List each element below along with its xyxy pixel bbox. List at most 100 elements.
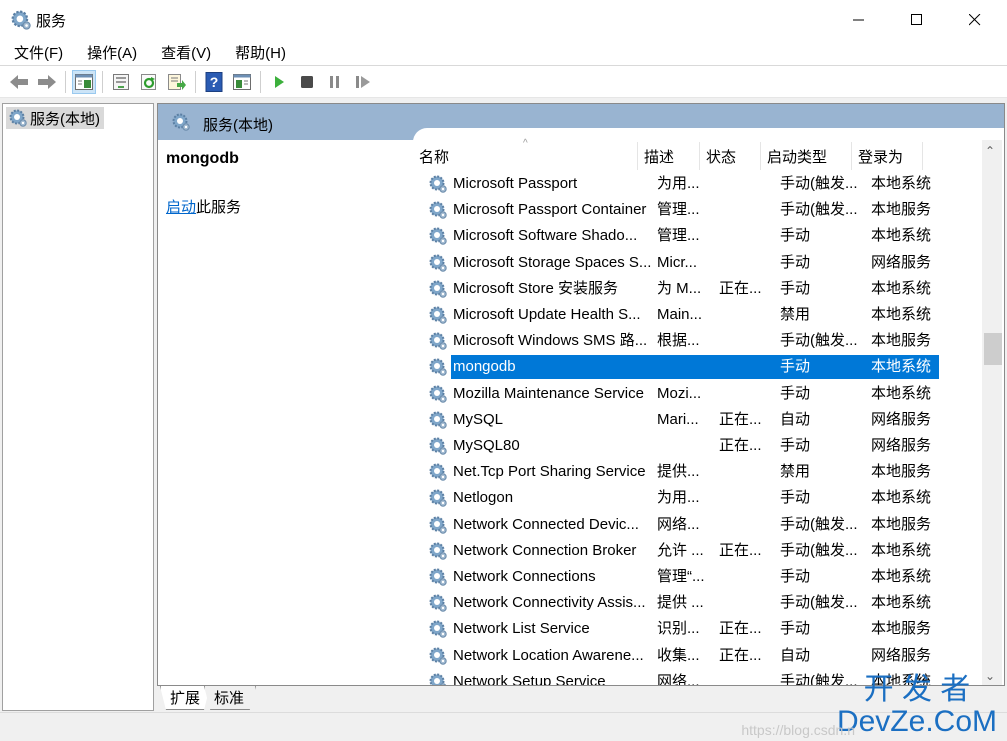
service-description: 收集... xyxy=(657,646,700,664)
scrollbar-thumb[interactable] xyxy=(984,333,1002,365)
svg-text:?: ? xyxy=(210,74,219,90)
pause-service-button[interactable] xyxy=(323,70,347,94)
tab-extended[interactable]: 扩展 xyxy=(160,686,210,710)
menu-view[interactable]: 查看(V) xyxy=(155,42,217,63)
service-name: Microsoft Update Health S... xyxy=(453,306,641,323)
service-gear-icon xyxy=(429,437,447,455)
service-name: Microsoft Store 安装服务 xyxy=(453,279,619,297)
service-description: 根据... xyxy=(657,332,700,350)
service-row[interactable]: Microsoft Update Health S... Main... 禁用 本地系… xyxy=(413,302,953,328)
service-startup-type: 手动(触发... xyxy=(780,201,858,219)
show-action-pane-button[interactable] xyxy=(230,70,254,94)
services-gear-icon xyxy=(172,113,190,131)
start-service-link[interactable]: 启动 xyxy=(166,199,196,216)
service-status: 正在... xyxy=(719,620,762,638)
back-button[interactable] xyxy=(7,70,31,94)
watermark-line2: DevZe.CoM xyxy=(836,705,997,738)
service-row[interactable]: Mozilla Maintenance Service Mozi... 手动 本地系统 xyxy=(413,381,953,407)
stop-service-icon xyxy=(301,76,313,88)
help-button[interactable]: ? xyxy=(202,70,226,94)
service-log-on-as: 本地服务 xyxy=(871,201,932,219)
stop-service-button[interactable] xyxy=(295,70,319,94)
column-header-description[interactable]: 描述 xyxy=(638,142,700,170)
service-row[interactable]: Microsoft Storage Spaces S... Micr... 手动 网络… xyxy=(413,250,953,276)
show-hide-console-tree-button[interactable] xyxy=(72,70,96,94)
service-description: 提供 ... xyxy=(657,594,704,612)
properties-button[interactable] xyxy=(109,70,133,94)
refresh-button[interactable] xyxy=(137,70,161,94)
watermark: 开 发 者 DevZe.CoM https://blog.csdn.n xyxy=(741,674,997,739)
toolbar: ? xyxy=(0,67,1007,98)
tree-item-services-local[interactable]: 服务(本地) xyxy=(6,107,104,129)
export-list-button[interactable] xyxy=(165,70,189,94)
service-gear-icon xyxy=(429,489,447,508)
service-action-suffix: 此服务 xyxy=(196,199,242,216)
service-log-on-as: 本地系统 xyxy=(871,594,932,612)
service-row[interactable]: MySQL Mari... 正在... 自动 网络服务 xyxy=(413,407,953,433)
menu-help[interactable]: 帮助(H) xyxy=(229,42,292,63)
service-name: Microsoft Passport xyxy=(453,175,578,192)
service-row[interactable]: Microsoft Store 安装服务 为 M... 正在... 手动 本地系统 xyxy=(413,276,953,302)
minimize-button[interactable] xyxy=(831,0,887,40)
menu-file[interactable]: 文件(F) xyxy=(8,42,69,63)
services-app-icon xyxy=(11,10,31,30)
service-gear-icon xyxy=(429,280,447,298)
service-name: Microsoft Windows SMS 路... xyxy=(453,332,648,350)
start-service-button[interactable] xyxy=(267,70,291,94)
service-row[interactable]: Microsoft Windows SMS 路... 根据... 手动(触发... 本… xyxy=(413,328,953,354)
service-startup-type: 禁用 xyxy=(780,306,811,323)
selected-service-name: mongodb xyxy=(166,150,239,167)
service-status xyxy=(719,302,777,328)
service-row[interactable]: mongodb 手动 本地系统 xyxy=(413,354,953,380)
scroll-up-icon[interactable]: ⌃ xyxy=(985,144,995,158)
service-name: Network List Service xyxy=(453,620,590,638)
export-list-icon xyxy=(168,74,186,90)
service-startup-type: 手动 xyxy=(780,279,811,297)
service-row[interactable]: Net.Tcp Port Sharing Service 提供... 禁用 本地服务 xyxy=(413,459,953,485)
service-status xyxy=(719,354,777,380)
service-status xyxy=(719,590,777,616)
service-startup-type: 手动 xyxy=(780,227,811,245)
tab-standard[interactable]: 标准 xyxy=(204,686,256,710)
close-button[interactable] xyxy=(947,0,1003,40)
vertical-scrollbar[interactable]: ⌃ ⌄ xyxy=(982,140,1002,685)
column-header-status[interactable]: 状态 xyxy=(700,142,761,170)
service-row[interactable]: Network Location Awarene... 收集... 正在... 自动 网… xyxy=(413,643,953,669)
service-description: 管理... xyxy=(657,227,700,245)
service-name: Mozilla Maintenance Service xyxy=(453,384,644,402)
service-action: 启动此服务 xyxy=(166,196,241,217)
service-status xyxy=(719,381,777,407)
forward-button[interactable] xyxy=(35,70,59,94)
service-startup-type: 手动 xyxy=(780,568,811,585)
column-header-name[interactable]: 名称 ^ xyxy=(413,138,638,170)
service-status xyxy=(719,197,777,223)
service-row[interactable]: Microsoft Passport Container 管理... 手动(触发..… xyxy=(413,197,953,223)
service-log-on-as: 网络服务 xyxy=(871,410,932,428)
service-row[interactable]: Microsoft Software Shado... 管理... 手动 本地系统 xyxy=(413,223,953,249)
service-row[interactable]: Netlogon 为用... 手动 本地系统 xyxy=(413,485,953,511)
service-startup-type: 手动 xyxy=(780,489,811,507)
service-row[interactable]: Network Connection Broker 允许 ... 正在... 手动(触… xyxy=(413,538,953,564)
column-header-startup-type[interactable]: 启动类型 xyxy=(761,142,852,170)
service-row[interactable]: Network Connections 管理“... 手动 本地系统 xyxy=(413,564,953,590)
column-header-log-on-as[interactable]: 登录为 xyxy=(852,142,923,170)
service-startup-type: 手动(触发... xyxy=(780,515,858,533)
resume-service-button[interactable] xyxy=(351,70,375,94)
service-log-on-as: 网络服务 xyxy=(871,437,932,454)
service-row[interactable]: Network List Service 识别... 正在... 手动 本地服务 xyxy=(413,616,953,642)
service-gear-icon xyxy=(429,568,447,586)
service-description: 为 M... xyxy=(657,279,702,297)
service-row[interactable]: MySQL80 正在... 手动 网络服务 xyxy=(413,433,953,459)
toolbar-separator xyxy=(102,71,103,93)
service-gear-icon xyxy=(429,358,447,377)
service-description: 网络... xyxy=(657,672,700,685)
service-row[interactable]: Network Connectivity Assis... 提供 ... 手动(触发… xyxy=(413,590,953,616)
menu-action[interactable]: 操作(A) xyxy=(81,42,143,63)
service-row[interactable]: Microsoft Passport 为用... 手动(触发... 本地系统 xyxy=(413,171,953,197)
minimize-icon xyxy=(853,19,864,21)
service-name: MySQL xyxy=(453,410,504,428)
service-description: Mari... xyxy=(657,410,699,428)
menu-bar: 文件(F) 操作(A) 查看(V) 帮助(H) xyxy=(0,40,1007,66)
maximize-button[interactable] xyxy=(889,0,945,40)
service-row[interactable]: Network Connected Devic... 网络... 手动(触发... 本… xyxy=(413,512,953,538)
